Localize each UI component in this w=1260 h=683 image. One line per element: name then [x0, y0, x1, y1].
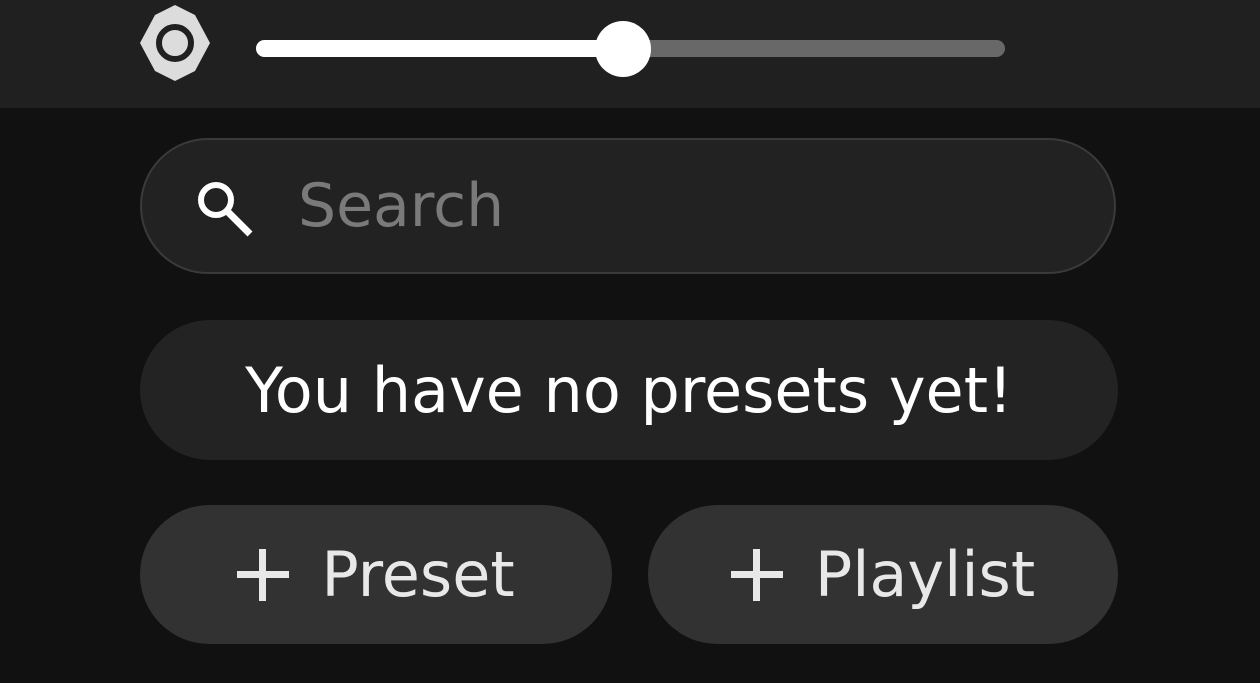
add-playlist-button[interactable]: Playlist: [648, 505, 1118, 644]
search-icon: [192, 176, 256, 240]
search-input[interactable]: [298, 160, 1058, 252]
add-playlist-label: Playlist: [814, 538, 1036, 611]
search-box[interactable]: [140, 138, 1116, 274]
brightness-slider[interactable]: [256, 20, 1005, 77]
empty-presets-text: You have no presets yet!: [245, 353, 1013, 427]
add-preset-label: Preset: [321, 538, 515, 611]
top-bar: [0, 0, 1260, 108]
add-preset-button[interactable]: Preset: [140, 505, 612, 644]
brightness-icon[interactable]: [134, 3, 216, 83]
slider-fill: [256, 40, 623, 57]
slider-thumb[interactable]: [595, 20, 651, 77]
empty-presets-message: You have no presets yet!: [140, 320, 1118, 460]
plus-icon: [730, 548, 783, 601]
plus-icon: [237, 548, 290, 601]
